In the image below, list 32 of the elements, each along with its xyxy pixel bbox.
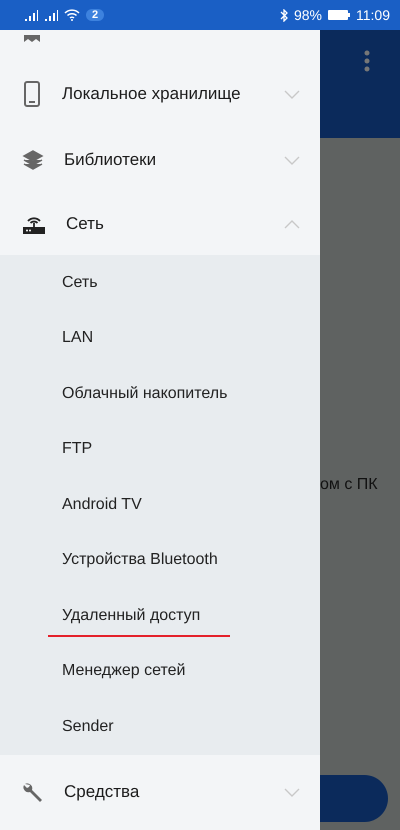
phone-icon (22, 81, 42, 107)
signal-icon (44, 9, 58, 21)
wrench-icon (22, 781, 44, 803)
submenu-item[interactable]: Android TV (62, 496, 142, 514)
signal-icon (24, 9, 38, 21)
submenu-item[interactable]: Сеть (62, 274, 98, 292)
submenu-item[interactable]: Sender (62, 718, 114, 736)
background-text: ом с ПК (320, 476, 379, 494)
clock-time: 11:09 (356, 7, 390, 23)
submenu-item[interactable]: FTP (62, 440, 92, 458)
drawer-item[interactable]: Сеть (0, 193, 320, 255)
submenu-item[interactable]: Облачный накопитель (62, 384, 228, 403)
layers-icon (22, 149, 44, 171)
drawer-item[interactable]: Средства (0, 754, 320, 830)
chevron-icon[interactable] (284, 220, 300, 228)
wifi-icon (64, 9, 80, 21)
bookmark-icon (24, 35, 40, 42)
chevron-icon[interactable] (284, 90, 300, 98)
submenu-item[interactable]: Менеджер сетей (62, 662, 186, 680)
battery-icon (328, 10, 350, 20)
submenu-item[interactable]: LAN (62, 329, 94, 348)
drawer-item[interactable]: Библиотеки (0, 127, 320, 193)
battery-percentage: 98% (294, 7, 322, 23)
submenu-item[interactable]: Устройства Bluetooth (62, 551, 218, 570)
bluetooth-icon (280, 8, 288, 22)
more-icon[interactable] (364, 50, 370, 72)
chevron-icon[interactable] (284, 156, 300, 164)
submenu-item[interactable]: Удаленный доступ (48, 606, 230, 637)
notification-badge: 2 (86, 9, 104, 21)
chevron-icon[interactable] (284, 788, 300, 796)
action-button[interactable] (320, 775, 388, 822)
drawer-item[interactable]: Локальное хранилище (0, 61, 320, 127)
